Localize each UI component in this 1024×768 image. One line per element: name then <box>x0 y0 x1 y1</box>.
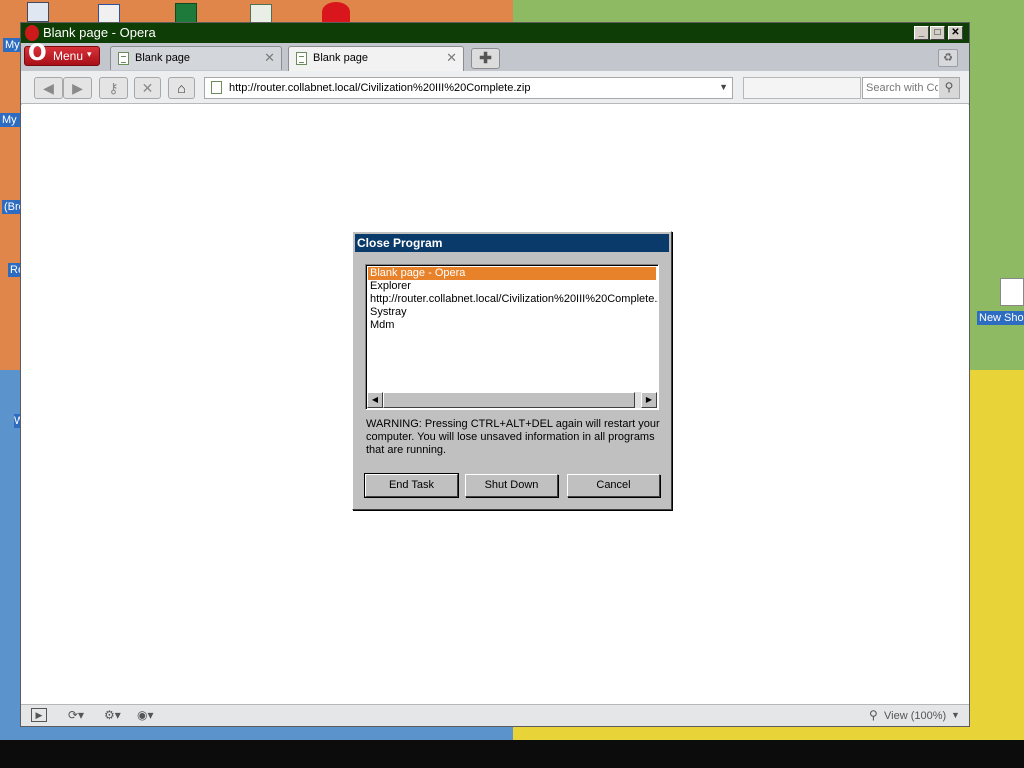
menu-label: Menu <box>53 49 84 63</box>
desktop-icon-clock[interactable] <box>250 4 272 24</box>
task-item[interactable]: http://router.collabnet.local/Civilizati… <box>370 293 658 306</box>
close-button[interactable]: ✕ <box>948 26 963 40</box>
forward-button[interactable]: ▶ <box>63 77 92 99</box>
desktop-label-my-computer[interactable]: My <box>3 38 20 52</box>
zoom-icon: ⚲ <box>869 708 878 722</box>
search-input[interactable]: Search with Co ⚲ <box>862 77 960 99</box>
window-title: Blank page - Opera <box>43 25 156 40</box>
desktop-icon-mail[interactable] <box>98 4 120 24</box>
page-icon <box>118 52 129 65</box>
back-button[interactable]: ◀ <box>34 77 63 99</box>
task-item-selected[interactable]: Blank page - Opera <box>368 267 656 280</box>
unite-icon[interactable]: ⚙▾ <box>104 708 121 722</box>
scroll-left-icon[interactable]: ◀ <box>367 392 383 408</box>
page-icon <box>211 81 222 94</box>
desktop-icon-opera[interactable] <box>322 2 350 22</box>
horizontal-scrollbar[interactable]: ◀ ▶ <box>367 392 657 408</box>
warning-text: WARNING: Pressing CTRL+ALT+DEL again wil… <box>366 418 660 456</box>
sync-icon[interactable]: ⟳▾ <box>68 708 84 722</box>
key-icon[interactable]: ⚷ <box>99 77 128 99</box>
chevron-down-icon: ▾ <box>87 49 92 59</box>
desktop-label-new-shortcut[interactable]: New Shor <box>977 311 1024 325</box>
task-item[interactable]: Explorer <box>370 280 411 293</box>
home-button[interactable]: ⌂ <box>168 77 195 99</box>
desktop-icon-new-shortcut[interactable] <box>1000 278 1024 306</box>
status-bar: ▶ ⟳▾ ⚙▾ ◉▾ ⚲ View (100%) ▼ <box>21 704 969 726</box>
navigation-bar: ◀ ▶ ⚷ ✕ ⌂ http://router.collabnet.local/… <box>21 71 969 104</box>
address-text: http://router.collabnet.local/Civilizati… <box>229 82 531 94</box>
desktop-label-browser[interactable]: (Bro <box>2 200 20 214</box>
end-task-button[interactable]: End Task <box>364 473 459 498</box>
tab-blank-page-2[interactable]: Blank page ✕ <box>288 46 464 71</box>
dialog-title[interactable]: Close Program <box>355 234 669 252</box>
tab-label: Blank page <box>135 52 191 64</box>
title-bar[interactable]: Blank page - Opera _ □ ✕ <box>21 23 969 43</box>
desktop-label-my-documents[interactable]: My I <box>0 113 20 127</box>
search-icon[interactable]: ⚲ <box>939 78 959 98</box>
search-placeholder: Search with Co <box>866 82 938 94</box>
cancel-button[interactable]: Cancel <box>567 474 660 497</box>
search-engine-selector[interactable] <box>743 77 861 99</box>
desktop: My My I (Bro Re W New Shor Blank page - … <box>0 0 1024 768</box>
tab-blank-page-1[interactable]: Blank page ✕ <box>110 46 282 70</box>
zoom-level[interactable]: View (100%) <box>884 710 946 722</box>
task-item[interactable]: Mdm <box>370 319 394 332</box>
opera-menu-button[interactable]: O Menu ▾ <box>24 41 100 66</box>
close-tab-icon[interactable]: ✕ <box>446 50 457 66</box>
new-tab-button[interactable]: ✚ <box>471 48 500 69</box>
stop-button[interactable]: ✕ <box>134 77 161 99</box>
close-program-dialog: Close Program Blank page - Opera Explore… <box>352 231 672 510</box>
chevron-down-icon[interactable]: ▼ <box>951 710 960 720</box>
opera-logo-icon <box>25 25 39 41</box>
scroll-thumb[interactable] <box>383 392 635 408</box>
address-field[interactable]: http://router.collabnet.local/Civilizati… <box>204 77 733 99</box>
tab-label: Blank page <box>313 52 369 64</box>
minimize-button[interactable]: _ <box>914 26 929 40</box>
opera-o-icon: O <box>28 41 47 66</box>
chevron-down-icon[interactable]: ▼ <box>719 82 728 92</box>
bottom-black-strip <box>0 740 1024 768</box>
desktop-label-recycle[interactable]: Re <box>8 263 20 277</box>
trash-icon[interactable]: ♻ <box>938 49 958 67</box>
desktop-icon-computer[interactable] <box>27 2 49 22</box>
turbo-icon[interactable]: ◉▾ <box>137 708 154 722</box>
task-item[interactable]: Systray <box>370 306 407 319</box>
task-list[interactable]: Blank page - Opera Explorer http://route… <box>365 264 659 410</box>
close-tab-icon[interactable]: ✕ <box>264 50 275 66</box>
scroll-right-icon[interactable]: ▶ <box>641 392 657 408</box>
desktop-icon-excel[interactable] <box>175 3 197 23</box>
shut-down-button[interactable]: Shut Down <box>465 474 558 497</box>
tab-bar: O Menu ▾ Blank page ✕ Blank page ✕ ✚ ♻ <box>21 43 969 71</box>
page-icon <box>296 52 307 65</box>
panel-toggle-icon[interactable]: ▶ <box>31 708 47 722</box>
maximize-button[interactable]: □ <box>930 26 945 40</box>
